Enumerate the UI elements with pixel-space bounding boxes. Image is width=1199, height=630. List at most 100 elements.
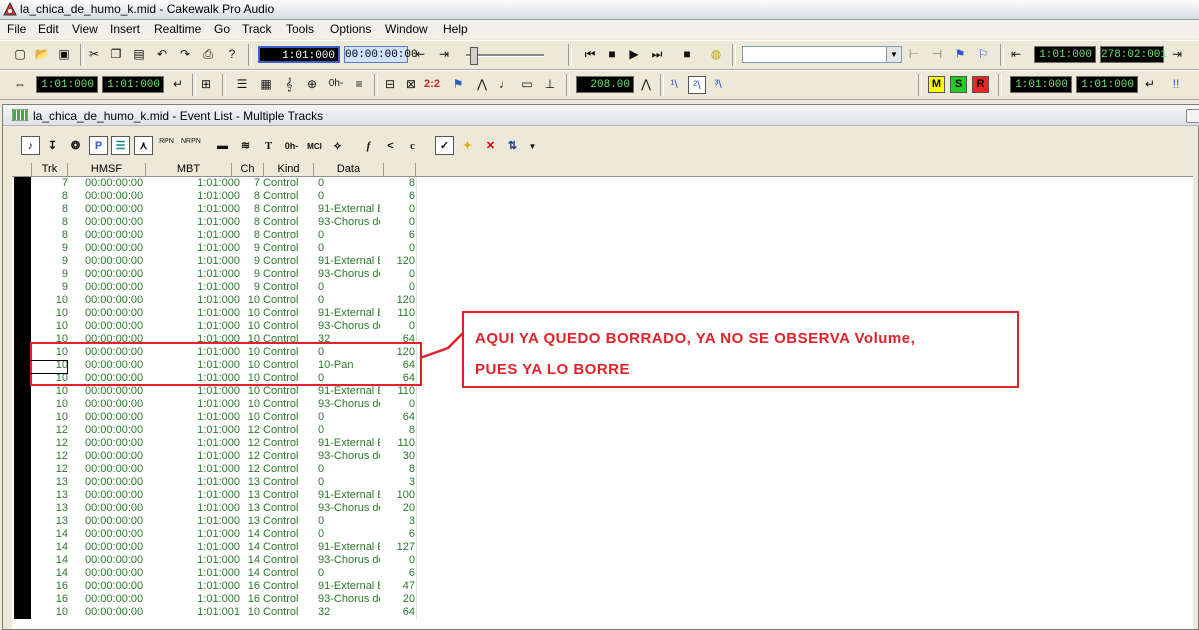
cell-trk[interactable]: 16 (32, 580, 68, 593)
cell-kind[interactable]: Control (263, 177, 313, 190)
column-trk[interactable]: Trk (32, 163, 68, 176)
cell-kind[interactable]: Control (263, 385, 313, 398)
row-marker[interactable] (14, 190, 31, 203)
cell-mbt[interactable]: 1:01:000 (184, 528, 240, 541)
table-row[interactable]: 10 00:00:00:00 1:01:000 10 Control 0 64 (12, 411, 1193, 424)
cell-trk[interactable]: 8 (32, 190, 68, 203)
cell-hmsf[interactable]: 00:00:00:00 (85, 320, 155, 333)
loop-from-display[interactable]: 1:01:000 (36, 76, 98, 93)
cell-ch[interactable]: 8 (240, 216, 260, 229)
menu-insert[interactable]: Insert (110, 22, 140, 36)
cell-kind[interactable]: Control (263, 424, 313, 437)
cell-value[interactable]: 0 (383, 320, 415, 333)
cell-hmsf[interactable]: 00:00:00:00 (85, 268, 155, 281)
cell-hmsf[interactable]: 00:00:00:00 (85, 424, 155, 437)
table-row[interactable]: 12 00:00:00:00 1:01:000 12 Control 0 8 (12, 463, 1193, 476)
loop-thru-display[interactable]: 1:01:000 (102, 76, 164, 93)
cell-ch[interactable]: 10 (240, 398, 260, 411)
cell-ch[interactable]: 14 (240, 541, 260, 554)
cell-trk[interactable]: 14 (32, 567, 68, 580)
cell-kind[interactable]: Control (263, 567, 313, 580)
cell-hmsf[interactable]: 00:00:00:00 (85, 385, 155, 398)
cell-kind[interactable]: Control (263, 515, 313, 528)
cell-data[interactable]: 93-Chorus de (318, 502, 380, 515)
go-to-thru-icon[interactable]: ⇥ (436, 46, 452, 62)
cell-mbt[interactable]: 1:01:000 (184, 437, 240, 450)
cell-trk[interactable]: 10 (32, 294, 68, 307)
cell-data[interactable]: 91-External E (318, 385, 380, 398)
cell-trk[interactable]: 10 (32, 320, 68, 333)
row-marker[interactable] (14, 541, 31, 554)
row-marker[interactable] (14, 281, 31, 294)
menu-options[interactable]: Options (330, 22, 371, 36)
cell-value[interactable]: 6 (383, 190, 415, 203)
cell-kind[interactable]: Control (263, 398, 313, 411)
cell-value[interactable]: 100 (383, 489, 415, 502)
cell-ch[interactable]: 9 (240, 242, 260, 255)
cell-trk[interactable]: 9 (32, 281, 68, 294)
cell-ch[interactable]: 12 (240, 437, 260, 450)
cell-trk[interactable]: 10 (32, 307, 68, 320)
cell-data[interactable]: 91-External E (318, 489, 380, 502)
cell-trk[interactable]: 9 (32, 268, 68, 281)
solo-toggle[interactable]: S (950, 76, 967, 93)
cell-mbt[interactable]: 1:01:000 (184, 177, 240, 190)
table-row[interactable]: 13 00:00:00:00 1:01:000 13 Control 93-Chorus … (12, 502, 1193, 515)
table-row[interactable]: 14 00:00:00:00 1:01:000 14 Control 0 6 (12, 528, 1193, 541)
menu-tools[interactable]: Tools (286, 22, 314, 36)
chevron-down-icon[interactable]: ▼ (523, 136, 542, 155)
cell-mbt[interactable]: 1:01:000 (184, 541, 240, 554)
cell-value[interactable]: 8 (383, 177, 415, 190)
cell-value[interactable]: 0 (383, 281, 415, 294)
row-marker[interactable] (14, 320, 31, 333)
cell-kind[interactable]: Control (263, 489, 313, 502)
cell-hmsf[interactable]: 00:00:00:00 (85, 437, 155, 450)
paste-icon[interactable]: ▤ (131, 46, 147, 62)
cell-trk[interactable]: 10 (32, 385, 68, 398)
rewind-icon[interactable]: ⏮ (582, 46, 598, 62)
row-marker[interactable] (14, 411, 31, 424)
cell-data[interactable]: 0 (318, 242, 380, 255)
cell-trk[interactable]: 13 (32, 476, 68, 489)
cell-kind[interactable]: Control (263, 307, 313, 320)
cell-trk[interactable]: 8 (32, 229, 68, 242)
cell-mbt[interactable]: 1:01:000 (184, 398, 240, 411)
cell-value[interactable]: 0 (383, 554, 415, 567)
time-signature-icon[interactable]: 0h- (328, 76, 344, 92)
table-row[interactable]: 13 00:00:00:00 1:01:000 13 Control 0 3 (12, 476, 1193, 489)
filter-audio-icon[interactable]: ⟡ (328, 136, 347, 155)
delete-event-icon[interactable]: ✕ (481, 136, 500, 155)
table-row[interactable]: 12 00:00:00:00 1:01:000 12 Control 0 8 (12, 424, 1193, 437)
row-marker[interactable] (14, 450, 31, 463)
cell-ch[interactable]: 14 (240, 554, 260, 567)
cell-value[interactable]: 120 (383, 255, 415, 268)
cell-data[interactable]: 0 (318, 567, 380, 580)
punch-enable-icon[interactable]: ↵ (1142, 76, 1158, 92)
cell-data[interactable]: 0 (318, 411, 380, 424)
loop-icon[interactable]: ⇔ (12, 76, 28, 92)
punch-in-display[interactable]: 1:01:000 (1010, 76, 1072, 93)
filter-nrpn-button[interactable]: NRPN (180, 136, 201, 155)
table-row[interactable]: 7 00:00:00:00 1:01:000 7 Control 0 8 (12, 177, 1193, 190)
sort-order-icon[interactable]: ⇅ (503, 136, 522, 155)
cell-kind[interactable]: Control (263, 229, 313, 242)
cell-value[interactable]: 110 (383, 385, 415, 398)
table-row[interactable]: 10 00:00:00:00 1:01:001 10 Control 32 64 (12, 606, 1193, 619)
table-row[interactable]: 12 00:00:00:00 1:01:000 12 Control 93-Chorus … (12, 450, 1193, 463)
marker-prev-icon[interactable]: ⊢ (906, 46, 922, 62)
cell-ch[interactable]: 8 (240, 229, 260, 242)
table-row[interactable]: 10 00:00:00:00 1:01:000 10 Control 0 120 (12, 294, 1193, 307)
cell-data[interactable]: 93-Chorus de (318, 593, 380, 606)
cell-hmsf[interactable]: 00:00:00:00 (85, 567, 155, 580)
cell-value[interactable]: 64 (383, 411, 415, 424)
cell-mbt[interactable]: 1:01:000 (184, 424, 240, 437)
cell-kind[interactable]: Control (263, 255, 313, 268)
minimize-button[interactable] (1186, 109, 1199, 123)
table-row[interactable]: 8 00:00:00:00 1:01:000 8 Control 0 6 (12, 190, 1193, 203)
cell-ch[interactable]: 14 (240, 567, 260, 580)
filter-keyaft-icon[interactable]: ↧ (43, 136, 62, 155)
cell-data[interactable]: 0 (318, 424, 380, 437)
menu-realtime[interactable]: Realtime (154, 22, 201, 36)
smpte-time-display[interactable]: 00:00:00:00 (344, 46, 418, 63)
cell-hmsf[interactable]: 00:00:00:00 (85, 528, 155, 541)
